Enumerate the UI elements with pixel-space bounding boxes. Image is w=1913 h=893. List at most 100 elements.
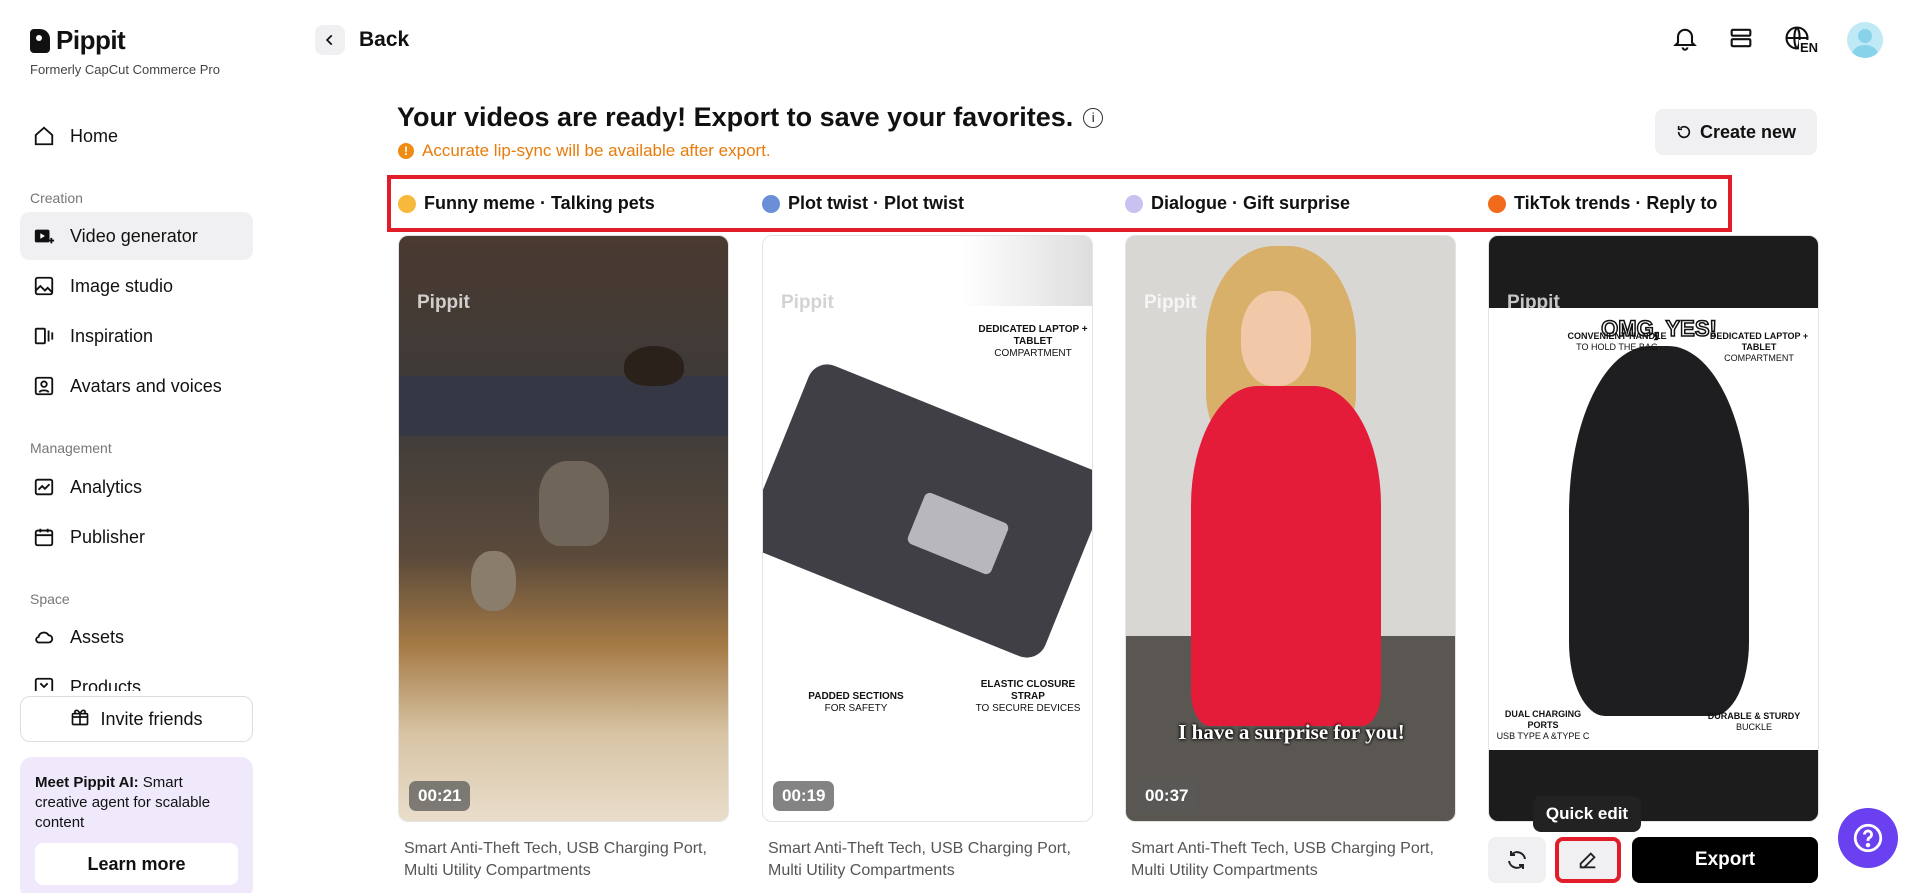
sidebar: Pippit Formerly CapCut Commerce Pro Home… bbox=[0, 0, 265, 893]
label-strap: ELASTIC CLOSURE STRAP TO SECURE DEVICES bbox=[975, 679, 1081, 714]
video-caption-3: Smart Anti-Theft Tech, USB Charging Port… bbox=[1131, 840, 1434, 879]
promo-text: Meet Pippit AI: Smart creative agent for… bbox=[35, 774, 211, 831]
sidebar-item-assets[interactable]: Assets bbox=[20, 613, 253, 661]
user-avatar[interactable] bbox=[1847, 22, 1883, 58]
dress-shape bbox=[1191, 386, 1381, 726]
quick-edit-button[interactable] bbox=[1555, 837, 1621, 883]
label-buckle: DURABLE & STURDY BUCKLE bbox=[1707, 711, 1801, 732]
sidebar-clip: Products bbox=[20, 663, 253, 691]
lip-sync-notice: ! Accurate lip-sync will be available af… bbox=[398, 141, 771, 161]
promo-card: Meet Pippit AI: Smart creative agent for… bbox=[20, 757, 253, 893]
sidebar-item-home[interactable]: Home bbox=[20, 112, 253, 160]
sidebar-item-label: Video generator bbox=[70, 225, 198, 246]
video-caption-1: Smart Anti-Theft Tech, USB Charging Port… bbox=[404, 840, 707, 879]
video-card-3[interactable]: I have a surprise for you! Pippit 00:37 bbox=[1125, 235, 1456, 822]
sidebar-item-analytics[interactable]: Analytics bbox=[20, 463, 253, 511]
sidebar-item-inspiration[interactable]: Inspiration bbox=[20, 312, 253, 360]
create-new-label: Create new bbox=[1699, 121, 1797, 142]
app-root: Pippit Formerly CapCut Commerce Pro Home… bbox=[0, 0, 1913, 893]
sidebar-item-label: Inspiration bbox=[70, 325, 154, 346]
page-title-text: Your videos are ready! Export to save yo… bbox=[397, 102, 1074, 132]
stack-icon[interactable] bbox=[1727, 24, 1755, 57]
sidebar-item-label: Products bbox=[70, 676, 142, 692]
home-icon bbox=[32, 124, 56, 148]
tab-dialogue[interactable]: Dialogue · Gift surprise bbox=[1125, 193, 1350, 214]
video-caption-2: Smart Anti-Theft Tech, USB Charging Port… bbox=[768, 840, 1071, 879]
face-shape bbox=[1241, 291, 1311, 386]
language-selector[interactable]: EN bbox=[1783, 24, 1820, 56]
couch-shape bbox=[399, 376, 728, 436]
refresh-icon bbox=[1677, 125, 1691, 139]
chevron-left-icon bbox=[325, 34, 333, 46]
sidebar-item-publisher[interactable]: Publisher bbox=[20, 513, 253, 561]
section-space: Space bbox=[30, 591, 70, 607]
video-plus-icon bbox=[32, 224, 56, 248]
duration-badge: 00:21 bbox=[409, 781, 471, 811]
section-management: Management bbox=[30, 440, 112, 456]
video-subtitle: I have a surprise for you! bbox=[1178, 720, 1405, 744]
fire-emoji-icon bbox=[1488, 194, 1506, 213]
image-icon bbox=[32, 274, 56, 298]
bell-icon[interactable] bbox=[1671, 24, 1699, 57]
video-card-1[interactable]: Pippit 00:21 bbox=[398, 235, 729, 822]
sidebar-item-image-studio[interactable]: Image studio bbox=[20, 262, 253, 310]
analytics-icon bbox=[32, 475, 56, 499]
invite-label: Invite friends bbox=[100, 708, 203, 729]
sidebar-item-label: Analytics bbox=[70, 476, 143, 497]
shrug-emoji-icon bbox=[762, 194, 780, 213]
back-link[interactable]: Back bbox=[315, 25, 409, 55]
watermark: Pippit bbox=[781, 292, 834, 313]
inspiration-icon bbox=[32, 324, 56, 348]
sidebar-item-label: Home bbox=[70, 125, 119, 146]
notice-text: Accurate lip-sync will be available afte… bbox=[422, 141, 771, 160]
calendar-icon bbox=[32, 525, 56, 549]
invite-friends-button[interactable]: Invite friends bbox=[20, 696, 253, 742]
back-button[interactable] bbox=[315, 25, 345, 55]
top-toolbar: EN bbox=[1671, 22, 1883, 58]
sidebar-item-avatars[interactable]: Avatars and voices bbox=[20, 362, 253, 410]
brand-name: Pippit bbox=[56, 25, 126, 55]
sidebar-item-video-generator[interactable]: Video generator bbox=[20, 212, 253, 260]
cat-shape bbox=[539, 461, 609, 546]
warning-icon: ! bbox=[398, 143, 414, 159]
dog-shape bbox=[624, 346, 684, 386]
export-button[interactable]: Export bbox=[1632, 837, 1818, 883]
video-card-2[interactable]: DEDICATED LAPTOP + TABLET COMPARTMENT PAD… bbox=[762, 235, 1093, 822]
back-label: Back bbox=[359, 28, 410, 51]
products-icon bbox=[32, 675, 56, 691]
page-title: Your videos are ready! Export to save yo… bbox=[397, 102, 1104, 133]
cloud-icon bbox=[32, 625, 56, 649]
pencil-icon bbox=[1579, 852, 1596, 869]
create-new-button[interactable]: Create new bbox=[1655, 109, 1817, 155]
help-icon bbox=[1853, 823, 1883, 853]
watermark: Pippit bbox=[1507, 292, 1560, 313]
tab-plot-twist[interactable]: Plot twist · Plot twist bbox=[762, 193, 964, 214]
label-laptop: DEDICATED LAPTOP + TABLET COMPARTMENT bbox=[978, 324, 1088, 359]
tab-tiktok-trends[interactable]: TikTok trends · Reply to bbox=[1488, 193, 1717, 214]
sidebar-item-products[interactable]: Products bbox=[20, 663, 253, 691]
duration-badge: 00:37 bbox=[1136, 781, 1198, 811]
tab-label: TikTok trends · Reply to bbox=[1514, 193, 1718, 213]
kitten-shape bbox=[471, 551, 516, 611]
label-handle: CONVENIENT HANDLE TO HOLD THE BAG bbox=[1567, 331, 1667, 352]
speech-bubble-icon bbox=[1125, 194, 1143, 213]
tab-funny-meme[interactable]: Funny meme · Talking pets bbox=[398, 193, 655, 214]
tab-label: Funny meme · Talking pets bbox=[424, 193, 655, 213]
help-button[interactable] bbox=[1838, 808, 1898, 868]
laughing-emoji-icon bbox=[398, 194, 416, 213]
watermark: Pippit bbox=[1144, 292, 1197, 313]
logo[interactable]: Pippit bbox=[30, 25, 126, 56]
label-ports: DUAL CHARGING PORTS USB TYPE A &TYPE C bbox=[1496, 709, 1590, 741]
info-icon[interactable]: i bbox=[1083, 107, 1104, 128]
duration-badge: 00:19 bbox=[773, 781, 835, 811]
video-card-4[interactable]: OMG, YES! CONVENIENT HANDLE TO HOLD THE B… bbox=[1488, 235, 1819, 822]
label-laptop: DEDICATED LAPTOP + TABLET COMPARTMENT bbox=[1709, 331, 1809, 363]
regenerate-button[interactable] bbox=[1488, 837, 1546, 883]
gift-icon bbox=[70, 707, 90, 732]
tab-label: Plot twist · Plot twist bbox=[788, 193, 964, 213]
learn-more-button[interactable]: Learn more bbox=[35, 843, 238, 885]
section-creation: Creation bbox=[30, 190, 83, 206]
sidebar-item-label: Assets bbox=[70, 626, 125, 647]
brand-subtitle: Formerly CapCut Commerce Pro bbox=[30, 62, 220, 77]
avatar-icon bbox=[32, 374, 56, 398]
